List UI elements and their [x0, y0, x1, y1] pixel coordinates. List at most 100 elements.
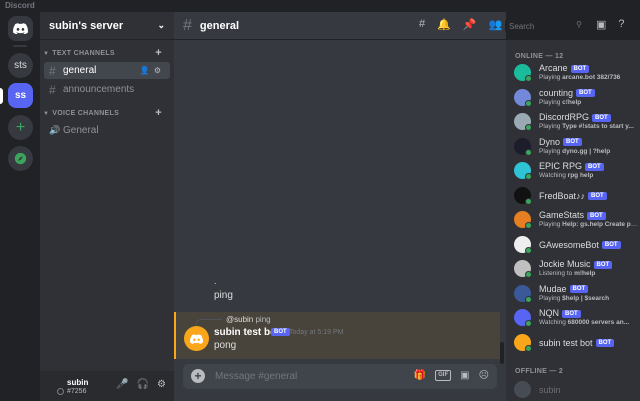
reply-preview[interactable]: @subin ping [226, 315, 271, 324]
status-online-icon [525, 99, 532, 107]
scrollbar[interactable] [500, 342, 504, 364]
activity-value: 680000 servers an... [567, 319, 630, 326]
status-online-icon [525, 246, 532, 254]
member-name: subin [539, 385, 561, 395]
message-text: ping [214, 290, 233, 301]
member-name-text: Arcane [539, 63, 568, 73]
add-server-button[interactable]: + [8, 115, 33, 140]
member-item[interactable]: GAwesomeBot BOT [514, 234, 638, 257]
member-activity: Watching 680000 servers an... [539, 319, 638, 326]
user-tag: #7256 [67, 388, 87, 395]
member-item[interactable]: Mudae BOT Playing $help | $search [514, 283, 638, 306]
explore-servers-button[interactable] [8, 146, 33, 171]
speaker-icon: 🔊 [49, 125, 61, 135]
member-name-text: FredBoat♪♪ [539, 190, 586, 201]
message-author[interactable]: subin test bot [214, 327, 280, 338]
activity-value: rpg help [567, 172, 594, 179]
activity-prefix: Listening to [539, 270, 575, 277]
mentioned-message[interactable]: @subin ping subin test bot BOT Today at … [174, 312, 500, 359]
invite-icon[interactable]: 👤 [140, 66, 154, 75]
channel-title: general [199, 19, 240, 32]
member-name: Arcane BOT [539, 63, 590, 73]
attach-plus-icon[interactable]: + [191, 369, 205, 383]
bot-badge: BOT [576, 89, 595, 98]
message-input[interactable] [215, 368, 405, 385]
member-item[interactable]: EPIC RPG BOT Watching rpg help [514, 160, 638, 183]
gear-icon[interactable]: ⚙ [157, 379, 166, 390]
avatar[interactable] [184, 326, 209, 351]
status-online-icon [525, 295, 532, 303]
member-name-text: subin test bot [539, 337, 593, 348]
server-ss[interactable]: ss [8, 83, 33, 108]
member-name: GameStats BOT [539, 210, 606, 220]
gif-button[interactable]: GIF [435, 370, 452, 381]
headphones-icon[interactable]: 🎧 [137, 379, 149, 390]
member-item[interactable]: Dyno BOT Playing dyno.gg | ?help [514, 136, 638, 159]
gear-icon[interactable]: ⚙ [154, 66, 165, 75]
chevron-down-icon: ▼ [43, 50, 50, 57]
home-button[interactable] [8, 16, 33, 41]
voice-channel-general[interactable]: 🔊 General [44, 122, 170, 139]
mic-muted-icon[interactable]: 🎤 [116, 379, 128, 390]
category-text-channels[interactable]: ▼ TEXT CHANNELS + [43, 47, 171, 59]
channel-header-tools: # 🔔 📌 👥 [419, 18, 502, 31]
activity-value: m!help [574, 270, 596, 277]
member-item[interactable]: Arcane BOT Playing arcane.bot 382/736 [514, 62, 638, 85]
member-item[interactable]: GameStats BOT Playing Help: gs.help Create… [514, 209, 638, 232]
member-item[interactable]: NQN BOT Watching 680000 servers an... [514, 307, 638, 330]
activity-value: Type #!stats to start y... [562, 123, 634, 130]
member-item[interactable]: subin [514, 379, 638, 401]
threads-icon[interactable]: # [419, 18, 425, 31]
member-name: counting BOT [539, 88, 595, 98]
gift-icon[interactable]: 🎁 [414, 370, 426, 381]
channel-label: general [63, 65, 97, 76]
bot-badge: BOT [593, 260, 613, 269]
chat-area: # general . ping @subin ping subin test … [174, 12, 506, 401]
member-name: FredBoat♪♪ BOT [539, 191, 607, 201]
search-icon: ⚲ [576, 20, 582, 29]
member-name-text: NQN [539, 308, 559, 318]
server-name: subin's server [49, 19, 124, 32]
create-channel-icon[interactable]: + [155, 107, 162, 119]
status-online-icon [525, 197, 532, 205]
member-name: Mudae BOT [539, 284, 589, 294]
bell-icon[interactable]: 🔔 [437, 18, 451, 31]
category-label: VOICE CHANNELS [52, 110, 120, 117]
member-activity: Playing arcane.bot 382/736 [539, 74, 638, 81]
chevron-down-icon: ⌄ [157, 20, 165, 30]
category-voice-channels[interactable]: ▼ VOICE CHANNELS + [43, 107, 171, 119]
server-header[interactable]: subin's server ⌄ [40, 12, 174, 40]
inbox-icon[interactable]: ▣ [596, 18, 606, 31]
member-item[interactable]: counting BOT Playing c!help [514, 87, 638, 110]
create-channel-icon[interactable]: + [155, 47, 162, 59]
member-item[interactable]: DiscordRPG BOT Playing Type #!stats to sta… [514, 111, 638, 134]
channel-general[interactable]: # general 👤⚙ [44, 62, 170, 79]
channel-announcements[interactable]: # announcements [44, 81, 170, 98]
online-section-header: ONLINE — 12 [515, 53, 564, 60]
bot-badge: BOT [585, 162, 604, 171]
member-list-icon[interactable]: 👥 [489, 18, 503, 31]
member-name-text: Jockie Music [539, 259, 591, 269]
status-online-icon [525, 320, 532, 327]
app-name: Discord [5, 1, 35, 10]
member-item[interactable]: FredBoat♪♪ BOT [514, 185, 638, 208]
header-right-tools: ▣ ? [596, 18, 625, 31]
activity-value: arcane.bot 382/736 [562, 74, 621, 81]
pin-icon[interactable]: 📌 [463, 18, 477, 31]
member-name-text: Dyno [539, 136, 561, 147]
channel-label: General [63, 125, 99, 136]
status-online-icon [525, 148, 532, 156]
bot-badge: BOT [570, 64, 590, 73]
member-item[interactable]: Jockie Music BOT Listening to m!help [514, 258, 638, 281]
sticker-icon[interactable]: ▣ [460, 370, 469, 381]
status-online-icon [525, 222, 532, 229]
help-icon[interactable]: ? [618, 18, 624, 31]
server-sts[interactable]: sts [8, 53, 33, 78]
search-input[interactable] [505, 19, 571, 33]
member-name-text: GAwesomeBot [539, 239, 599, 250]
activity-prefix: Playing [539, 98, 563, 106]
bot-badge: BOT [588, 192, 607, 201]
emoji-icon[interactable]: ☹ [479, 370, 489, 381]
bot-badge: BOT [592, 113, 611, 122]
member-item[interactable]: subin test bot BOT [514, 332, 638, 355]
